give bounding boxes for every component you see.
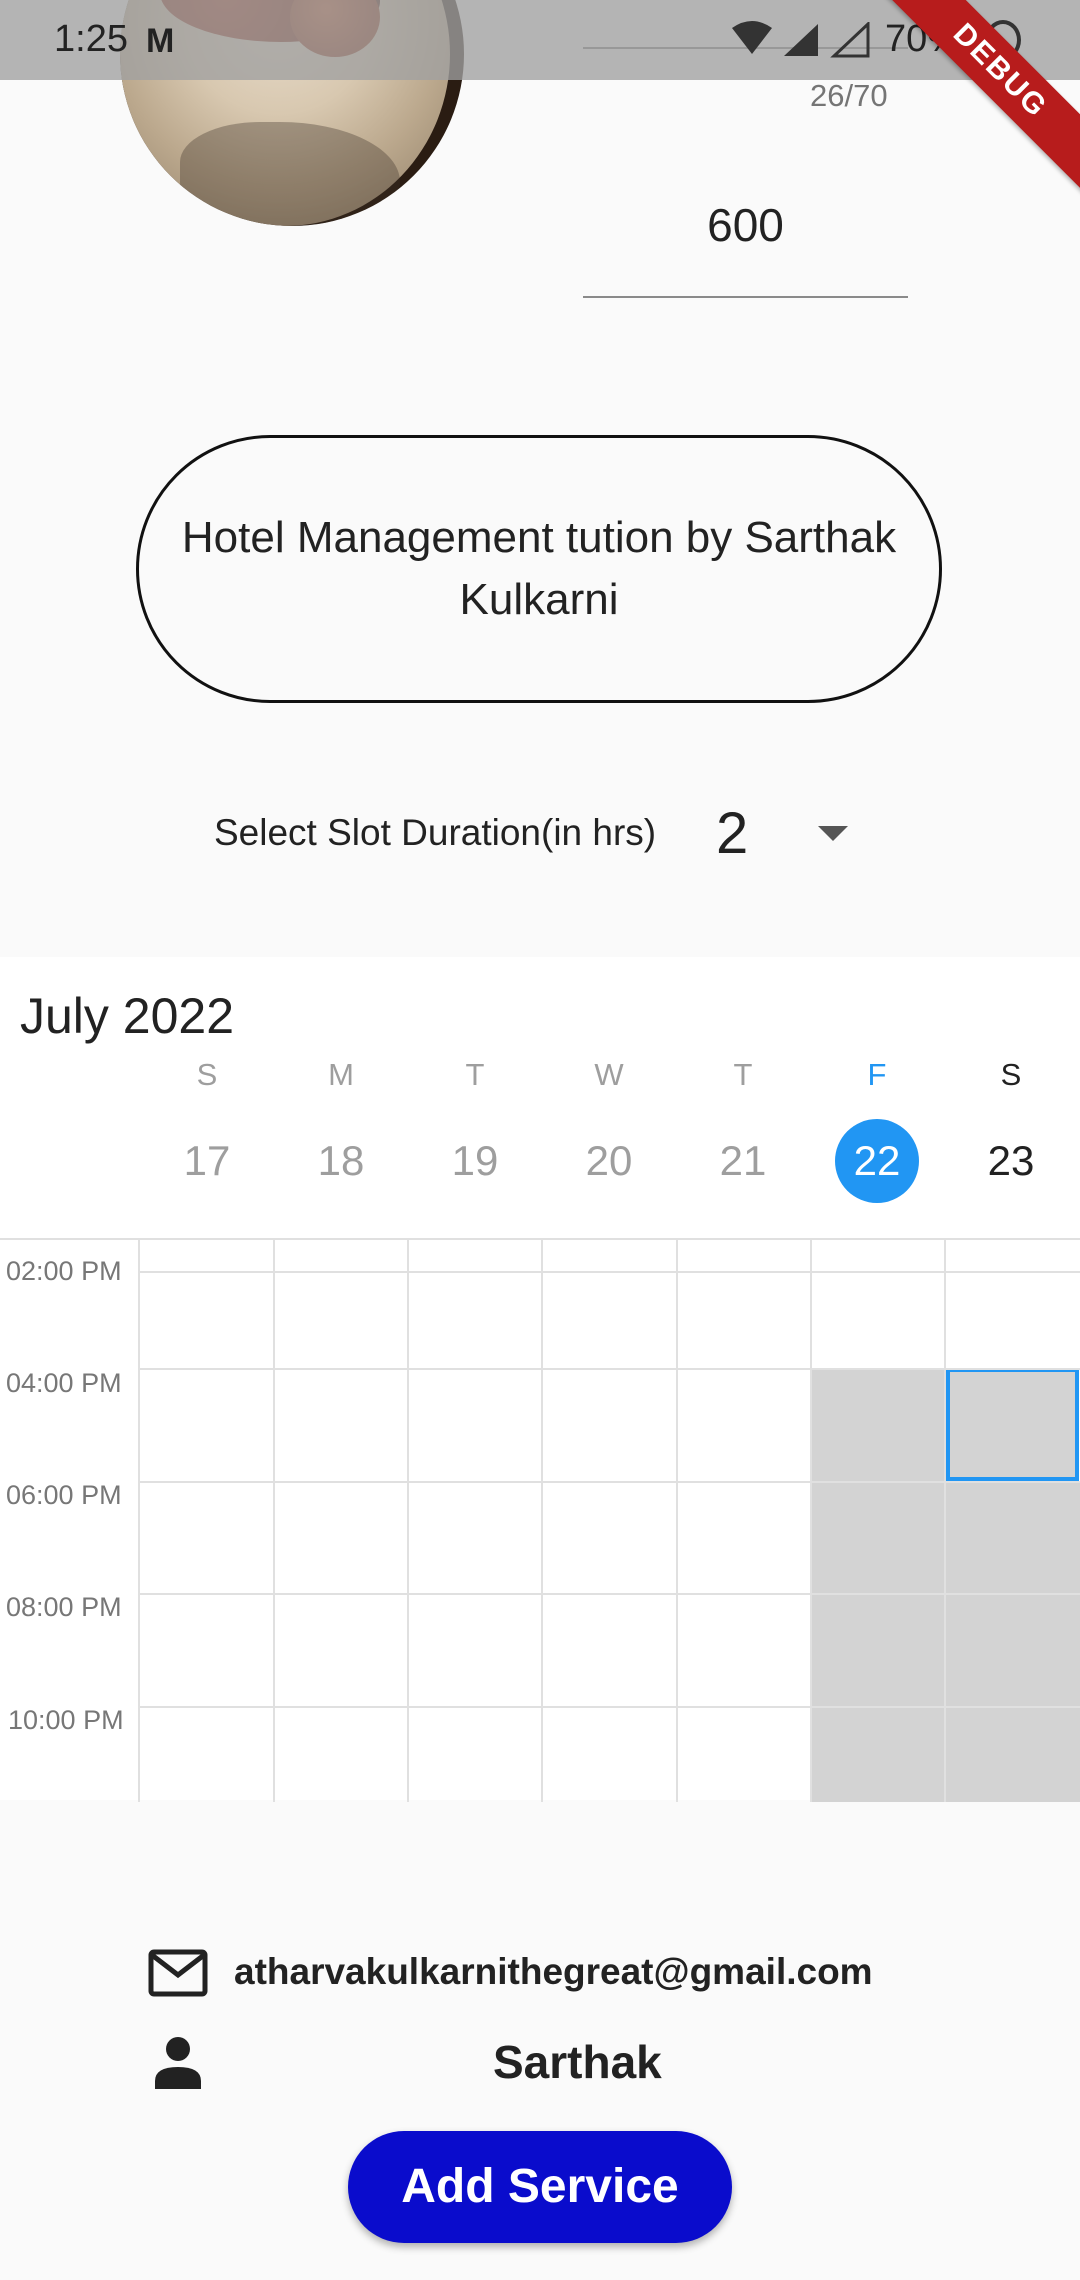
wifi-icon (732, 21, 772, 54)
grid-line (541, 1240, 543, 1802)
day-number: 18 (317, 1137, 365, 1184)
dropdown-arrow-icon[interactable] (818, 826, 848, 841)
service-title: Hotel Management tution by Sarthak Kulka… (181, 513, 897, 624)
day-header-today[interactable]: F 22 (810, 1037, 944, 1203)
day-header[interactable]: T 19 (408, 1037, 542, 1184)
price-input[interactable]: 600 (583, 198, 908, 298)
name-row: Sarthak (148, 2035, 998, 2095)
service-title-box[interactable]: Hotel Management tution by Sarthak Kulka… (136, 435, 942, 703)
day-of-week: S (196, 1057, 218, 1092)
grid-line (138, 1593, 1080, 1595)
time-label: 02:00 PM (6, 1256, 122, 1286)
day-header[interactable]: S 23 (944, 1037, 1078, 1184)
time-label: 08:00 PM (6, 1592, 122, 1622)
day-header[interactable]: T 21 (676, 1037, 810, 1184)
day-of-week: T (733, 1057, 753, 1092)
day-of-week: F (867, 1057, 887, 1092)
grid-line (810, 1240, 812, 1802)
day-of-week: M (328, 1057, 354, 1092)
time-label: 10:00 PM (8, 1705, 124, 1735)
gmail-icon: M (146, 22, 175, 60)
day-number: 21 (719, 1137, 767, 1184)
grid-line (273, 1240, 275, 1802)
slot-duration-label: Select Slot Duration(in hrs) (214, 812, 657, 853)
day-of-week: W (594, 1057, 624, 1092)
grid-line (407, 1240, 409, 1802)
day-number: 19 (451, 1137, 499, 1184)
email-text: atharvakulkarnithegreat@gmail.com (234, 1951, 873, 1992)
day-of-week: T (465, 1057, 485, 1092)
cell-signal-icon (784, 24, 818, 56)
price-underline (583, 296, 908, 298)
blocked-slot (811, 1369, 945, 1802)
day-number: 23 (987, 1137, 1035, 1184)
day-number: 20 (585, 1137, 633, 1184)
mail-icon (148, 1949, 208, 1997)
day-header[interactable]: S 17 (140, 1037, 274, 1184)
grid-line (944, 1240, 946, 1802)
grid-line (138, 1706, 1080, 1708)
grid-line (138, 1271, 1080, 1273)
day-header[interactable]: M 18 (274, 1037, 408, 1184)
week-calendar: July 2022 S 17 M 18 T 19 W 20 T 21 F 22 … (0, 957, 1080, 1802)
grid-line (138, 1481, 1080, 1483)
grid-line (138, 1368, 1080, 1370)
selected-slot[interactable] (946, 1368, 1079, 1481)
day-of-week: S (1000, 1057, 1022, 1092)
person-icon (155, 2037, 201, 2089)
slot-duration-row: Select Slot Duration(in hrs) 2 (214, 800, 914, 870)
time-label: 06:00 PM (6, 1480, 122, 1510)
email-row: atharvakulkarnithegreat@gmail.com (148, 1945, 998, 2005)
add-service-button[interactable]: Add Service (348, 2131, 732, 2243)
day-header[interactable]: W 20 (542, 1037, 676, 1184)
time-label: 04:00 PM (6, 1368, 122, 1398)
blocked-slot (945, 1481, 1080, 1802)
slot-duration-dropdown[interactable]: 2 (716, 800, 748, 867)
day-number: 17 (183, 1137, 231, 1184)
status-time: 1:25 (54, 18, 128, 60)
time-slot-grid[interactable]: 02:00 PM 04:00 PM 06:00 PM 08:00 PM 10:0… (0, 1238, 1080, 1802)
name-text: Sarthak (493, 2036, 662, 2088)
char-counter: 26/70 (810, 78, 888, 113)
grid-line (676, 1240, 678, 1802)
grid-line (138, 1240, 140, 1802)
price-value: 600 (707, 199, 784, 251)
day-number: 22 (835, 1119, 919, 1203)
cell-signal-icon (830, 22, 870, 58)
